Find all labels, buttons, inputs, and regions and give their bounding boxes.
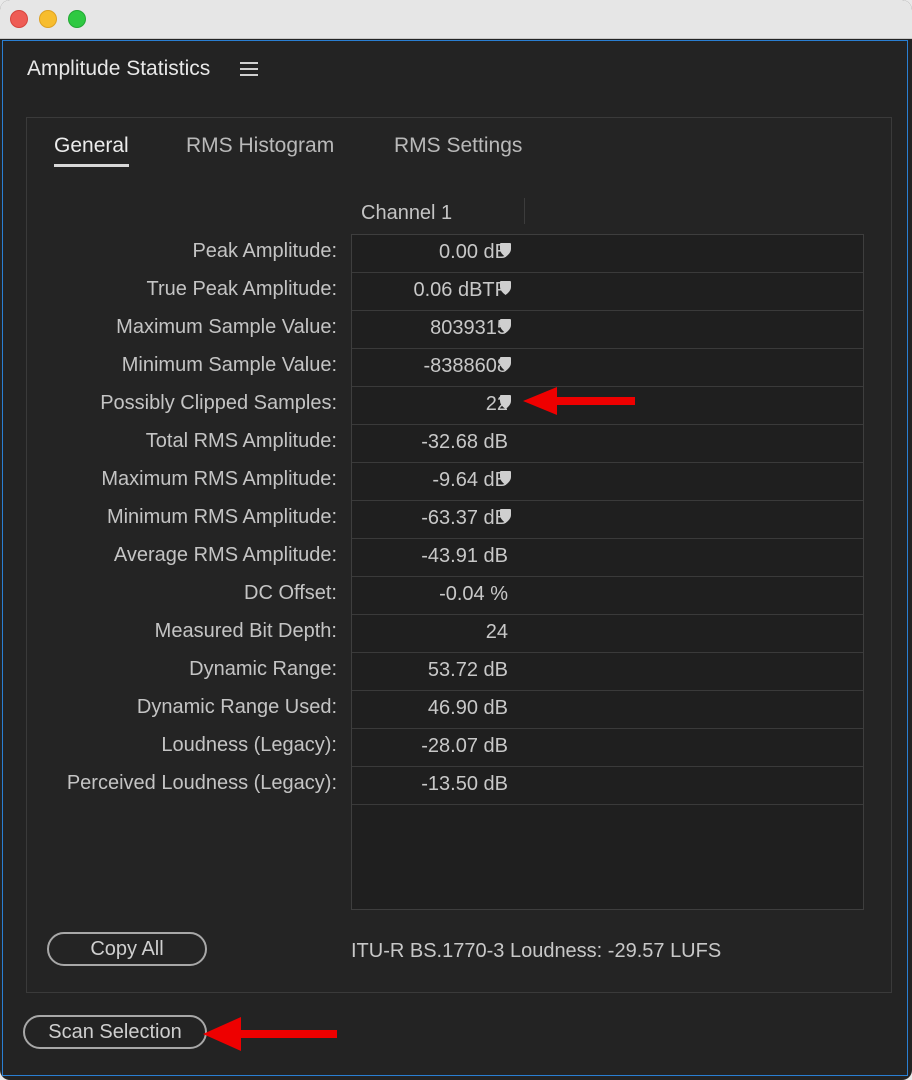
- row-value: -32.68 dB: [421, 431, 508, 453]
- row-label: Minimum Sample Value:: [121, 354, 337, 376]
- marker-icon[interactable]: [500, 395, 511, 409]
- row-label: Maximum RMS Amplitude:: [101, 468, 337, 490]
- row-label: True Peak Amplitude:: [146, 278, 337, 300]
- row-label: Perceived Loudness (Legacy):: [66, 772, 337, 794]
- marker-icon[interactable]: [500, 509, 511, 523]
- row-label: Measured Bit Depth:: [154, 620, 337, 642]
- row-value: 8039315: [430, 317, 508, 339]
- row-value: -43.91 dB: [421, 545, 508, 567]
- marker-icon[interactable]: [500, 281, 511, 295]
- row-label: Maximum Sample Value:: [116, 316, 337, 338]
- marker-icon[interactable]: [500, 357, 511, 371]
- row-value: 24: [485, 621, 508, 643]
- row-value: -13.50 dB: [421, 773, 508, 795]
- row-label: Peak Amplitude:: [192, 240, 337, 262]
- statistics-grid: 0.00 dB 0.06 dBTP 8039315 -8388608 22 -32.68 …: [351, 234, 864, 910]
- panel-menu-icon[interactable]: [240, 62, 258, 76]
- marker-icon[interactable]: [500, 471, 511, 485]
- row-value: -63.37 dB: [421, 507, 508, 529]
- title-bar: [0, 0, 912, 39]
- panel-title: Amplitude Statistics: [27, 57, 211, 80]
- row-value: 0.06 dBTP: [413, 279, 508, 301]
- tab-general[interactable]: General: [54, 134, 129, 167]
- row-value: -9.64 dB: [432, 469, 508, 491]
- row-value: -0.04 %: [439, 583, 508, 605]
- row-value: 0.00 dB: [439, 241, 508, 263]
- row-label: DC Offset:: [244, 582, 337, 604]
- itu-loudness-readout: ITU-R BS.1770-3 Loudness: -29.57 LUFS: [351, 940, 722, 962]
- row-value: -28.07 dB: [421, 735, 508, 757]
- tab-rms-histogram[interactable]: RMS Histogram: [186, 134, 334, 164]
- marker-icon[interactable]: [500, 319, 511, 333]
- statistics-content: General RMS Histogram RMS Settings Chann…: [26, 117, 892, 993]
- copy-all-button[interactable]: Copy All: [47, 932, 207, 966]
- row-value: 53.72 dB: [427, 659, 508, 681]
- scan-selection-button[interactable]: Scan Selection: [23, 1015, 207, 1049]
- row-label: Dynamic Range Used:: [136, 696, 337, 718]
- app-window: Amplitude Statistics General RMS Histogr…: [0, 0, 912, 1080]
- close-window-button[interactable]: [10, 10, 28, 28]
- marker-icon[interactable]: [500, 243, 511, 257]
- row-value: 46.90 dB: [427, 697, 508, 719]
- maximize-window-button[interactable]: [68, 10, 86, 28]
- row-label: Possibly Clipped Samples:: [100, 392, 337, 414]
- amplitude-statistics-panel: Amplitude Statistics General RMS Histogr…: [2, 40, 908, 1076]
- column-divider: [524, 198, 525, 224]
- row-value: 22: [485, 393, 508, 415]
- row-value: -8388608: [423, 355, 508, 377]
- row-label: Average RMS Amplitude:: [113, 544, 337, 566]
- annotation-arrow-clipped: [523, 387, 635, 415]
- row-label: Dynamic Range:: [189, 658, 337, 680]
- minimize-window-button[interactable]: [39, 10, 57, 28]
- tab-rms-settings[interactable]: RMS Settings: [394, 134, 522, 164]
- annotation-arrow-scan: [203, 1017, 337, 1051]
- channel-1-header: Channel 1: [361, 202, 453, 224]
- row-label: Total RMS Amplitude:: [145, 430, 337, 452]
- row-label: Minimum RMS Amplitude:: [106, 506, 337, 528]
- row-label: Loudness (Legacy):: [161, 734, 337, 756]
